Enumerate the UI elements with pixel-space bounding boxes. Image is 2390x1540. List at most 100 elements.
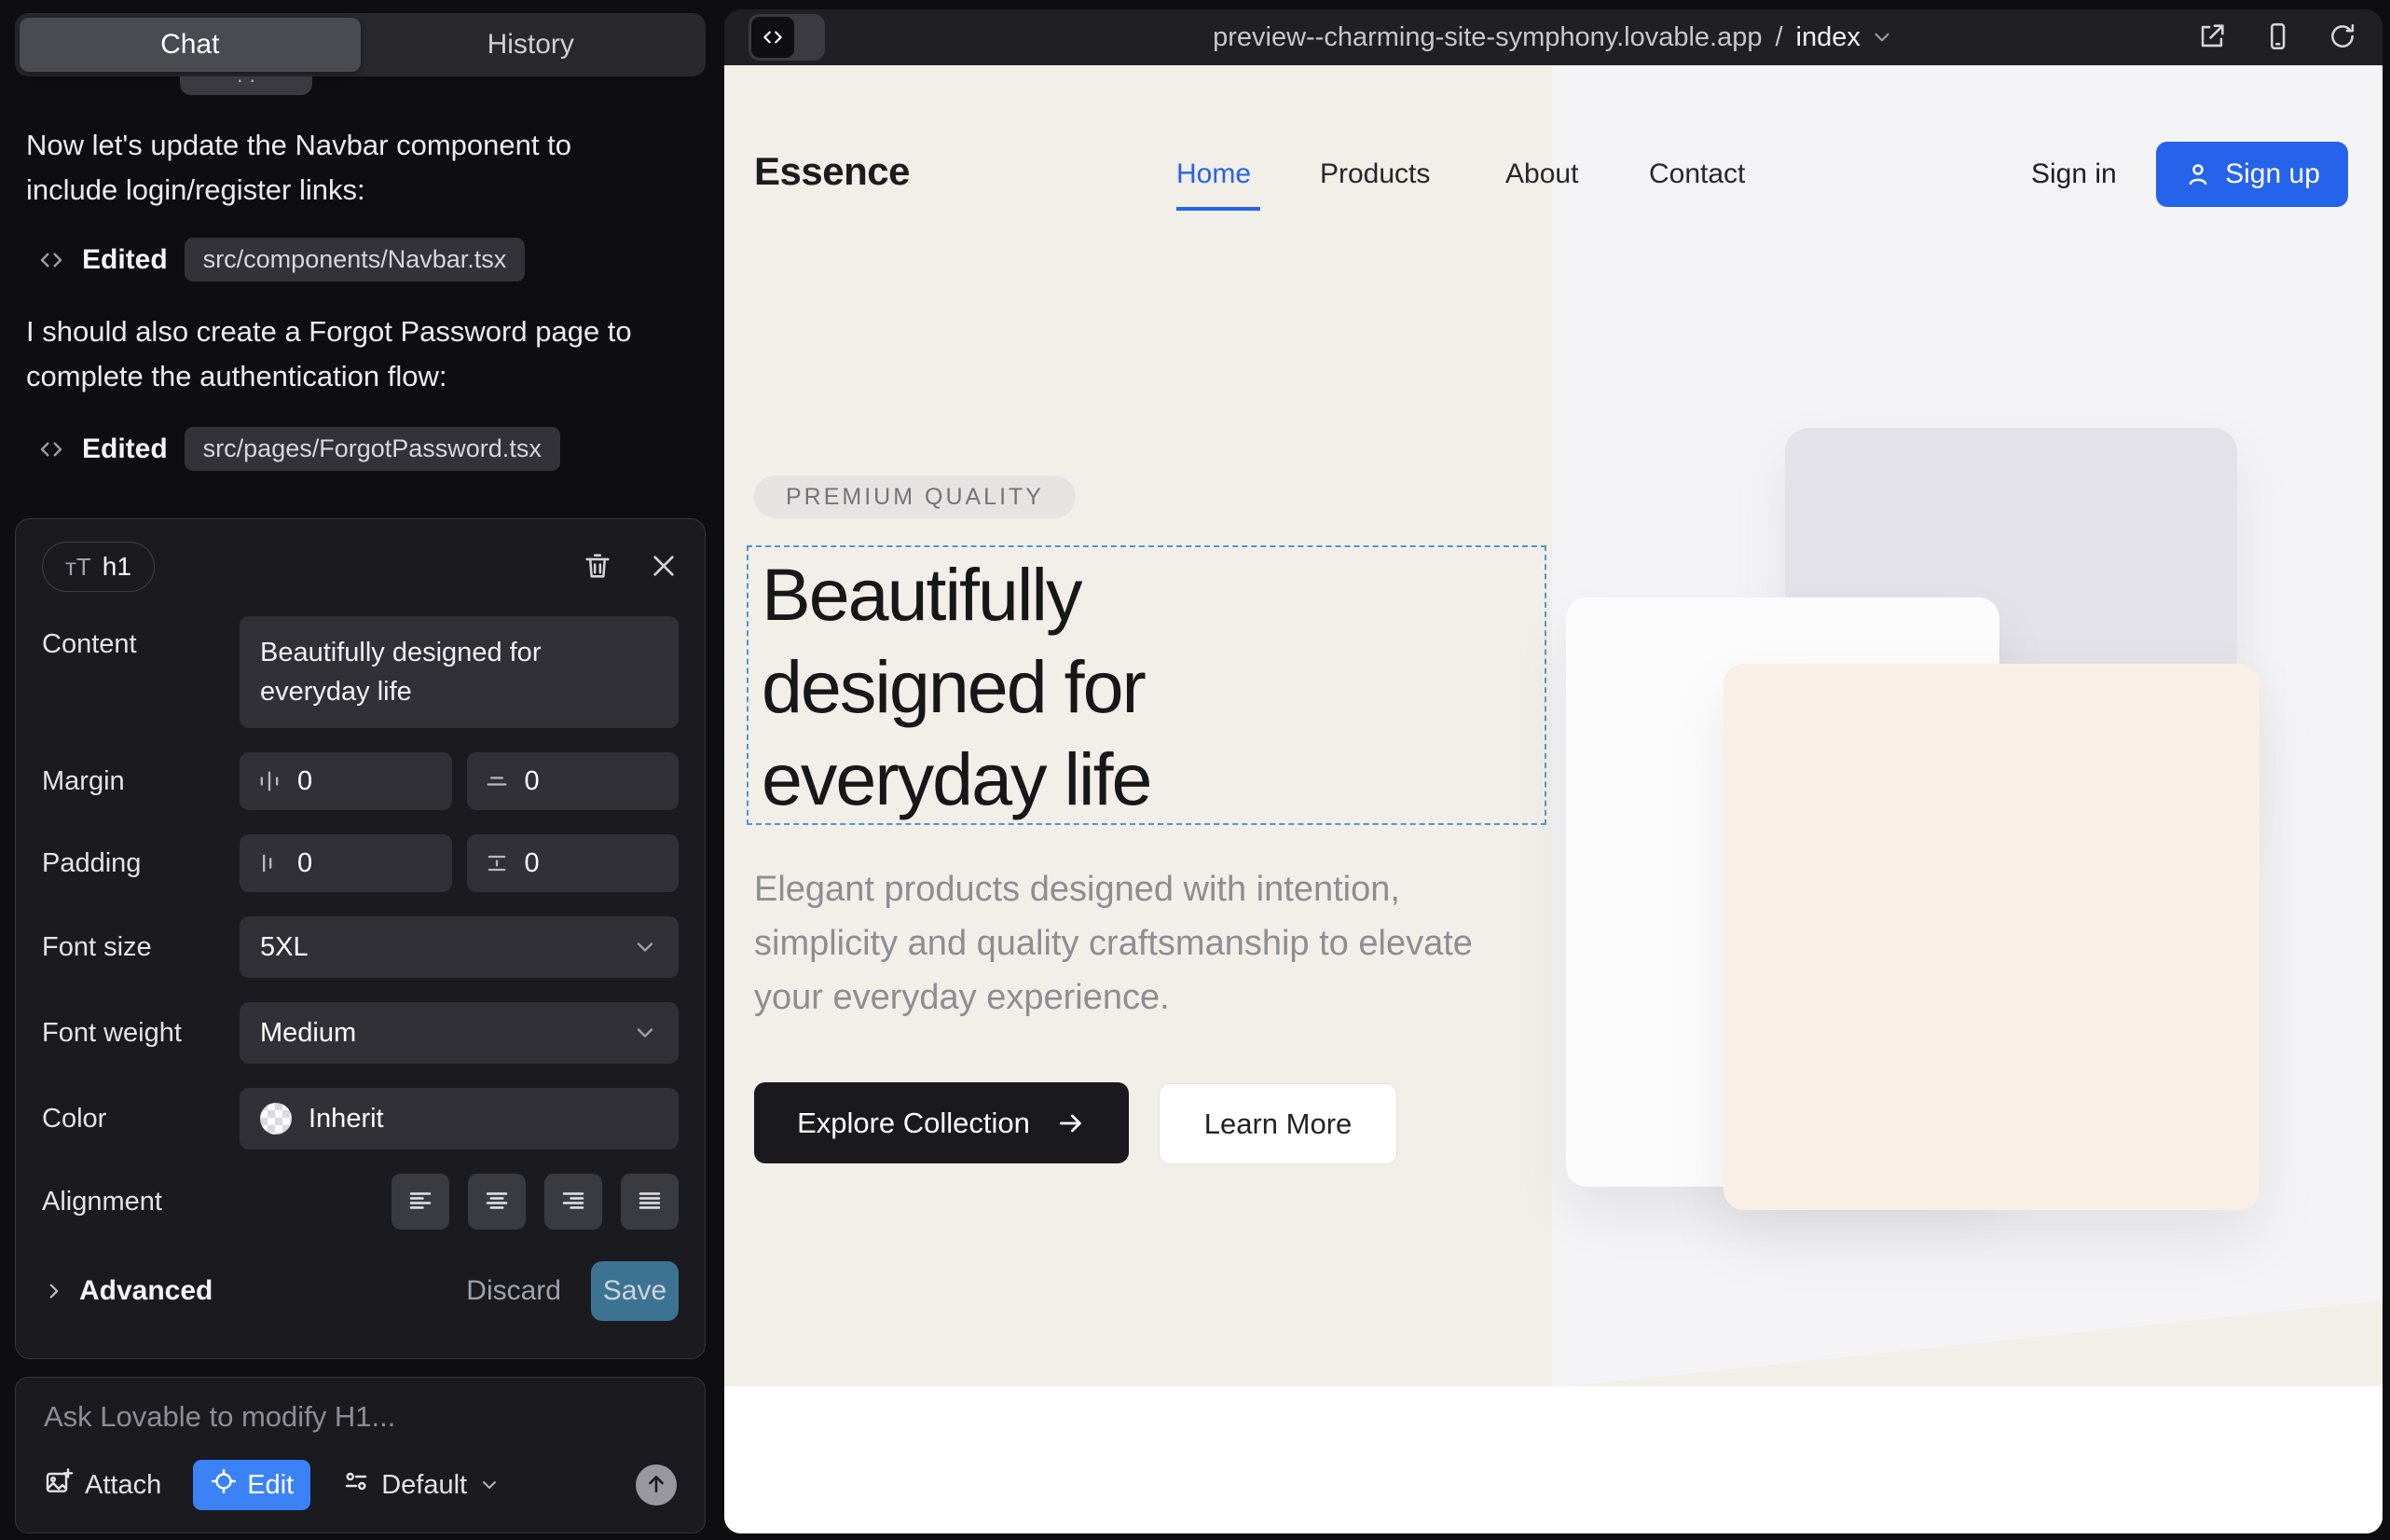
margin-x-input[interactable]: 0 — [240, 752, 452, 810]
file-chip[interactable]: src/pages/ForgotPassword.tsx — [185, 427, 560, 471]
hero-heading-line: Beautifully — [762, 548, 1151, 640]
code-preview-toggle[interactable] — [749, 14, 825, 61]
align-right-button[interactable] — [544, 1174, 602, 1230]
model-default-selector[interactable]: Default — [342, 1467, 501, 1503]
padding-label: Padding — [42, 848, 240, 879]
padding-vertical-icon — [484, 850, 510, 876]
font-size-select[interactable]: 5XL — [240, 916, 679, 978]
selected-element-pill[interactable]: тT h1 — [42, 542, 155, 592]
edited-file-row: Edited src/components/Navbar.tsx — [37, 238, 525, 282]
padding-row: Padding 0 0 — [42, 834, 679, 892]
preview-browser-frame: preview--charming-site-symphony.lovable.… — [724, 9, 2383, 1533]
nav-link-home[interactable]: Home — [1176, 158, 1251, 190]
attach-button[interactable]: Attach — [44, 1466, 161, 1504]
element-tag-label: h1 — [103, 552, 131, 582]
margin-x-value: 0 — [297, 766, 312, 797]
next-section — [724, 1386, 2383, 1533]
chat-history-tabbar: Chat History — [15, 13, 706, 76]
truncated-chip: · · — [180, 76, 312, 95]
font-weight-row: Font weight Medium — [42, 1002, 679, 1064]
discard-button[interactable]: Discard — [466, 1275, 561, 1307]
nav-link-products[interactable]: Products — [1320, 158, 1430, 190]
margin-y-value: 0 — [525, 766, 540, 797]
color-value: Inherit — [309, 1104, 384, 1134]
padding-x-input[interactable]: 0 — [240, 834, 452, 892]
alignment-label: Alignment — [42, 1187, 240, 1217]
open-in-new-tab-button[interactable] — [2196, 21, 2228, 55]
padding-x-value: 0 — [297, 848, 312, 879]
lovable-app: Chat History · · Now let's update the Na… — [0, 0, 2390, 1540]
edited-label: Edited — [82, 244, 168, 276]
font-size-label: Font size — [42, 932, 240, 963]
explore-collection-button[interactable]: Explore Collection — [754, 1082, 1129, 1163]
tab-history[interactable]: History — [361, 18, 702, 72]
decorative-card-cream — [1724, 664, 2260, 1210]
font-weight-select[interactable]: Medium — [240, 1002, 679, 1064]
align-center-button[interactable] — [468, 1174, 526, 1230]
code-icon — [37, 246, 65, 274]
font-weight-value: Medium — [260, 1018, 356, 1049]
margin-y-input[interactable]: 0 — [467, 752, 680, 810]
send-button[interactable] — [636, 1464, 677, 1506]
trash-icon — [582, 550, 613, 584]
address-bar: preview--charming-site-symphony.lovable.… — [724, 22, 2383, 53]
chevron-down-icon — [632, 934, 658, 960]
margin-row: Margin 0 0 — [42, 752, 679, 810]
padding-y-input[interactable]: 0 — [467, 834, 680, 892]
explore-label: Explore Collection — [797, 1107, 1030, 1140]
learn-more-button[interactable]: Learn More — [1159, 1083, 1397, 1164]
external-link-icon — [2196, 21, 2228, 55]
active-nav-underline — [1176, 207, 1260, 211]
align-justify-button[interactable] — [621, 1174, 679, 1230]
signup-label: Sign up — [2225, 158, 2320, 190]
mobile-view-button[interactable] — [2261, 21, 2293, 55]
hero-heading[interactable]: Beautifully designed for everyday life — [762, 548, 1151, 825]
text-type-icon: тT — [65, 553, 91, 582]
signin-link[interactable]: Sign in — [2031, 158, 2117, 190]
chat-message: Now let's update the Navbar component to… — [26, 123, 669, 213]
tab-chat[interactable]: Chat — [20, 18, 361, 72]
font-weight-label: Font weight — [42, 1018, 240, 1049]
color-row: Color Inherit — [42, 1088, 679, 1149]
attach-image-icon — [44, 1466, 74, 1504]
margin-label: Margin — [42, 766, 240, 797]
edited-label: Edited — [82, 433, 168, 465]
color-label: Color — [42, 1104, 240, 1134]
nav-link-contact[interactable]: Contact — [1649, 158, 1745, 190]
align-right-icon — [559, 1187, 587, 1217]
edit-label: Edit — [247, 1470, 294, 1501]
transparent-swatch-icon — [260, 1103, 292, 1134]
browser-toolbar: preview--charming-site-symphony.lovable.… — [724, 9, 2383, 65]
edited-file-row: Edited src/pages/ForgotPassword.tsx — [37, 427, 560, 471]
user-icon — [2184, 160, 2212, 188]
signup-button[interactable]: Sign up — [2156, 142, 2348, 207]
hero-heading-line: everyday life — [762, 733, 1151, 825]
chevron-down-icon[interactable] — [1870, 25, 1894, 49]
route-selector[interactable]: index — [1796, 22, 1861, 53]
code-icon — [751, 17, 794, 58]
advanced-toggle[interactable]: Advanced — [42, 1275, 213, 1307]
nav-link-about[interactable]: About — [1505, 158, 1578, 190]
site-logo[interactable]: Essence — [754, 149, 910, 194]
attach-label: Attach — [85, 1470, 161, 1501]
composer-toolbar: Attach Edit Default — [44, 1460, 677, 1510]
site-preview: Essence Home Products About Contact Sign… — [724, 65, 2383, 1533]
font-size-row: Font size 5XL — [42, 916, 679, 978]
sliders-icon — [342, 1467, 370, 1503]
content-label: Content — [42, 629, 240, 660]
toolbar-actions — [2196, 21, 2358, 55]
align-left-button[interactable] — [391, 1174, 449, 1230]
delete-element-button[interactable] — [582, 550, 613, 584]
advanced-label: Advanced — [79, 1275, 213, 1307]
content-input[interactable]: Beautifully designed for everyday life — [240, 616, 679, 728]
chevron-down-icon — [632, 1020, 658, 1046]
save-button[interactable]: Save — [591, 1261, 679, 1321]
chevron-right-icon — [42, 1279, 66, 1303]
element-editor-panel: тT h1 Content Beautifully designed — [15, 518, 706, 1359]
refresh-button[interactable] — [2327, 21, 2358, 55]
composer-input[interactable] — [44, 1400, 677, 1434]
color-select[interactable]: Inherit — [240, 1088, 679, 1149]
close-editor-button[interactable] — [649, 551, 679, 584]
file-chip[interactable]: src/components/Navbar.tsx — [185, 238, 526, 282]
edit-mode-button[interactable]: Edit — [193, 1460, 310, 1510]
